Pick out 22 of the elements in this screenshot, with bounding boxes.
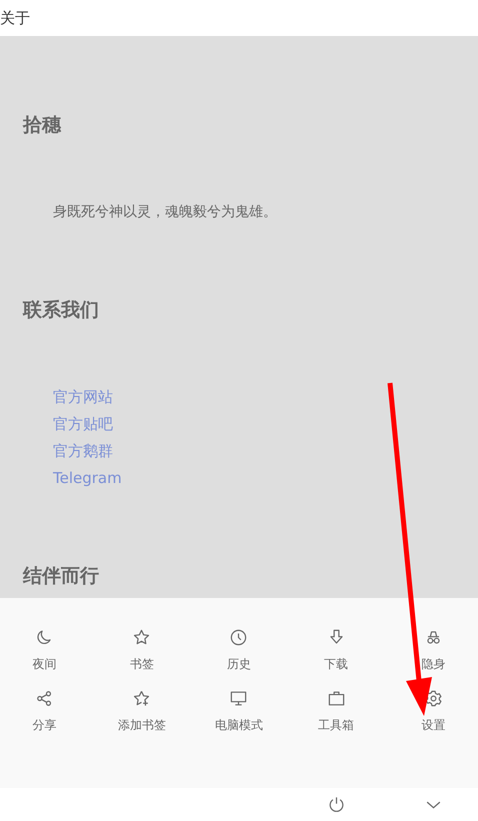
page-title: 关于 <box>0 10 30 26</box>
monitor-icon <box>229 689 248 708</box>
add-bookmark-icon <box>132 689 152 708</box>
section-heading: 拾穗 <box>23 113 62 138</box>
section-heading: 结伴而行 <box>23 564 100 589</box>
menu-item[interactable]: 分享 <box>0 689 94 732</box>
quote-text: 身既死兮神以灵，魂魄毅兮为鬼雄。 <box>53 203 278 222</box>
menu-item[interactable]: 历史 <box>190 628 288 671</box>
menu-item[interactable]: 电脑模式 <box>190 689 288 732</box>
menu-item[interactable]: 工具箱 <box>288 689 385 732</box>
clock-icon <box>229 628 248 647</box>
star-icon <box>132 628 152 647</box>
section-heading: 联系我们 <box>23 298 100 323</box>
menu-item[interactable]: 书签 <box>93 628 190 671</box>
menu-item[interactable]: 下载 <box>288 628 385 671</box>
toolbox-icon <box>326 689 346 708</box>
settings-icon <box>424 689 443 708</box>
power-icon[interactable] <box>326 795 346 814</box>
menu-item[interactable]: 夜间 <box>0 628 94 671</box>
menu-item[interactable]: 设置 <box>384 689 478 732</box>
menu-item[interactable]: 添加书签 <box>93 689 190 732</box>
menu-item[interactable]: 隐身 <box>384 628 478 671</box>
